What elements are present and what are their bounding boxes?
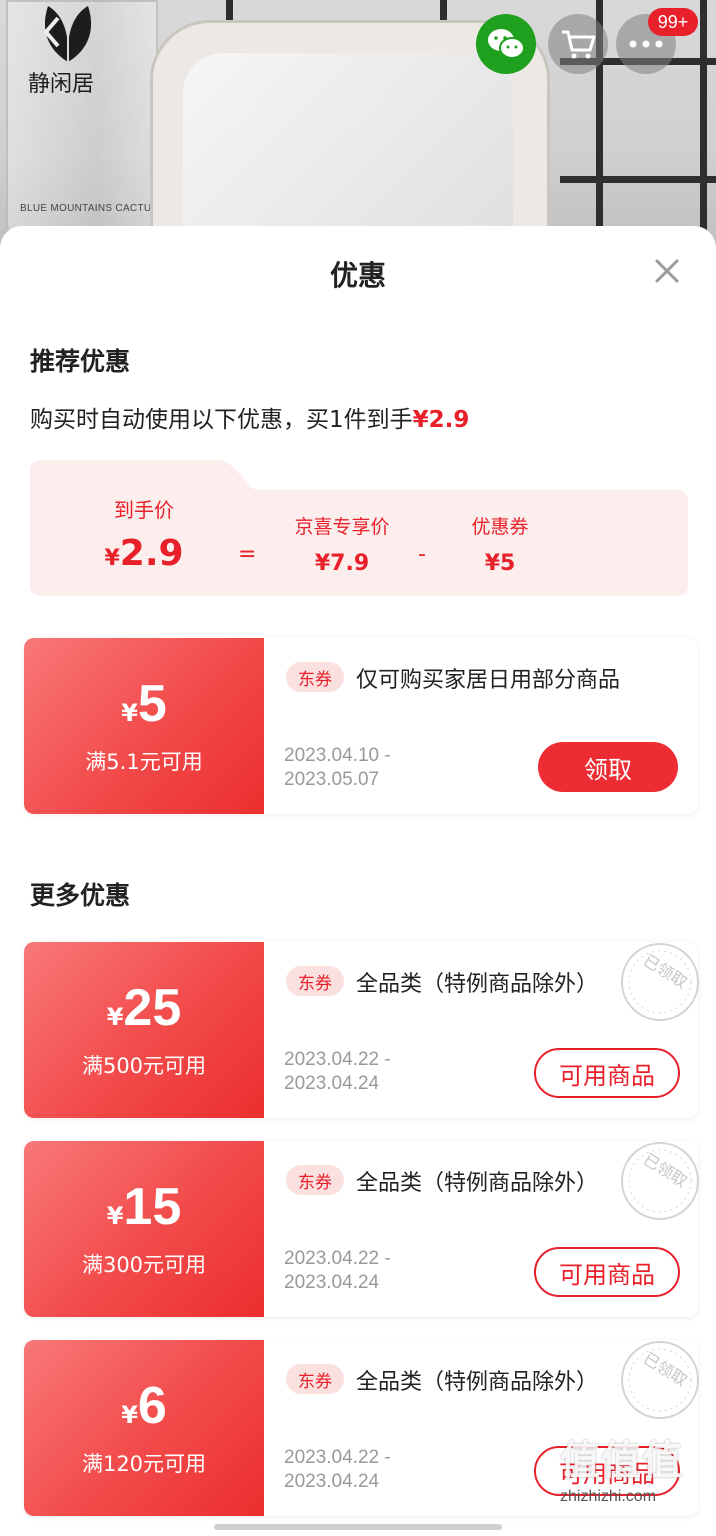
recommended-final-price: ¥2.9 — [412, 407, 470, 433]
coupon-sheet: 优惠 推荐优惠 购买时自动使用以下优惠，买1件到手¥2.9 到手价 ¥2.9 =… — [0, 226, 716, 1536]
eligible-products-button[interactable]: 可用商品 — [534, 1247, 680, 1297]
coupon-date-start: 2023.04.22 - — [284, 1049, 391, 1070]
exclusive-price-label: 京喜专享价 — [294, 516, 390, 538]
coupon-scope: 全品类（特例商品除外） — [356, 1171, 599, 1196]
coupon-yen: ¥ — [106, 1003, 124, 1031]
coupon-card: ¥15 满300元可用 东券 全品类（特例商品除外） 已领取 2023.04.2… — [24, 1141, 699, 1317]
coupon-amount: ¥5 — [24, 674, 264, 734]
coupon-amount: ¥15 — [24, 1177, 264, 1237]
claimed-stamp: 已领取 — [618, 940, 702, 1024]
coupon-amount-value: 5 — [137, 675, 167, 733]
coupon-discount-label: 优惠券 — [471, 516, 529, 538]
watermark-url: zhizhizhi.com — [560, 1488, 657, 1505]
coupon-date-end: 2023.05.07 — [284, 769, 380, 790]
coupon-date-start: 2023.04.22 - — [284, 1447, 391, 1468]
final-price-yen: ¥ — [104, 546, 120, 571]
recommended-description-text: 购买时自动使用以下优惠，买1件到手 — [30, 407, 413, 433]
site-watermark: 值值值 zhizhizhi.com — [560, 1428, 716, 1528]
coupon-amount-panel: ¥25 满500元可用 — [24, 942, 264, 1118]
tile-grout — [700, 0, 707, 260]
claimed-stamp: 已领取 — [618, 1338, 702, 1422]
coupon-threshold: 满300元可用 — [81, 1253, 207, 1277]
exclusive-price-block: 京喜专享价 ¥7.9 — [282, 512, 402, 576]
coupon-type-tag: 东券 — [286, 1165, 344, 1195]
final-price-number: 2.9 — [119, 533, 184, 574]
final-price-label: 到手价 — [114, 498, 174, 522]
sheet-title: 优惠 — [329, 259, 386, 292]
recommended-section-title: 推荐优惠 — [30, 347, 131, 376]
price-breakdown-panel: 到手价 ¥2.9 = 京喜专享价 ¥7.9 - 优惠券 ¥5 — [30, 460, 688, 596]
coupon-scope: 全品类（特例商品除外） — [356, 972, 599, 997]
watermark-logo-text: 值值值 — [560, 1438, 683, 1484]
coupon-date-start: 2023.04.10 - — [284, 745, 391, 766]
coupon-discount-value: ¥5 — [484, 551, 516, 576]
coupon-discount-block: 优惠券 ¥5 — [450, 512, 550, 576]
cart-icon — [562, 30, 596, 59]
tile-grout — [560, 176, 716, 183]
coupon-amount: ¥25 — [24, 978, 264, 1038]
coupon-validity: 2023.04.22 - 2023.04.24 — [284, 1048, 391, 1096]
coupon-type-tag: 东券 — [286, 966, 344, 996]
coupon-amount-panel: ¥15 满300元可用 — [24, 1141, 264, 1317]
coupon-amount-panel: ¥5 满5.1元可用 — [24, 638, 264, 814]
coupon-card: ¥25 满500元可用 东券 全品类（特例商品除外） 已领取 2023.04.2… — [24, 942, 699, 1118]
coupon-validity: 2023.04.22 - 2023.04.24 — [284, 1247, 391, 1295]
coupon-threshold: 满500元可用 — [81, 1054, 207, 1078]
coupon-yen: ¥ — [121, 1401, 138, 1429]
coupon-scope: 全品类（特例商品除外） — [356, 1370, 599, 1395]
brand-name: 静闲居 — [28, 72, 95, 97]
brand-leaf-icon — [43, 6, 92, 62]
equals-sign: = — [238, 542, 257, 567]
wechat-share-button[interactable] — [476, 14, 536, 74]
coupon-date-end: 2023.04.24 — [284, 1471, 380, 1492]
coupon-type-tag: 东券 — [286, 1364, 344, 1394]
final-price-block: 到手价 ¥2.9 — [94, 494, 194, 574]
coupon-validity: 2023.04.22 - 2023.04.24 — [284, 1446, 391, 1494]
recommended-coupon-card: ¥5 满5.1元可用 东券 仅可购买家居日用部分商品 2023.04.10 - … — [24, 638, 698, 814]
final-price-value: ¥2.9 — [94, 533, 194, 574]
coupon-date-start: 2023.04.22 - — [284, 1248, 391, 1269]
claim-coupon-button[interactable]: 领取 — [538, 742, 678, 792]
close-button[interactable] — [652, 256, 682, 286]
coupon-threshold: 满120元可用 — [81, 1452, 207, 1476]
coupon-validity: 2023.04.10 - 2023.05.07 — [284, 744, 391, 792]
coupon-yen: ¥ — [106, 1202, 124, 1230]
claimed-stamp: 已领取 — [618, 1139, 702, 1223]
minus-sign: - — [418, 542, 426, 567]
coupon-threshold: 满5.1元可用 — [85, 750, 203, 774]
wechat-icon — [488, 29, 525, 59]
coupon-date-end: 2023.04.24 — [284, 1272, 380, 1293]
cart-button[interactable] — [548, 14, 608, 74]
coupon-amount-value: 6 — [137, 1377, 167, 1435]
more-dots-icon — [629, 40, 663, 48]
close-icon — [655, 259, 679, 283]
eligible-products-button[interactable]: 可用商品 — [534, 1048, 680, 1098]
coupon-type-tag: 东券 — [286, 662, 344, 692]
more-section-title: 更多优惠 — [30, 881, 131, 910]
coupon-scope: 仅可购买家居日用部分商品 — [356, 668, 621, 693]
coupon-amount: ¥6 — [24, 1376, 264, 1436]
coupon-amount-panel: ¥6 满120元可用 — [24, 1340, 264, 1516]
recommended-description: 购买时自动使用以下优惠，买1件到手¥2.9 — [30, 400, 469, 434]
message-count-badge: 99+ — [648, 8, 698, 36]
coupon-amount-value: 25 — [123, 979, 182, 1037]
coupon-date-end: 2023.04.24 — [284, 1073, 380, 1094]
jar-label: BLUE MOUNTAINS CACTUS — [20, 203, 159, 214]
coupon-amount-value: 15 — [123, 1178, 182, 1236]
exclusive-price-value: ¥7.9 — [314, 551, 370, 576]
home-indicator[interactable] — [214, 1524, 502, 1530]
coupon-yen: ¥ — [121, 699, 138, 727]
